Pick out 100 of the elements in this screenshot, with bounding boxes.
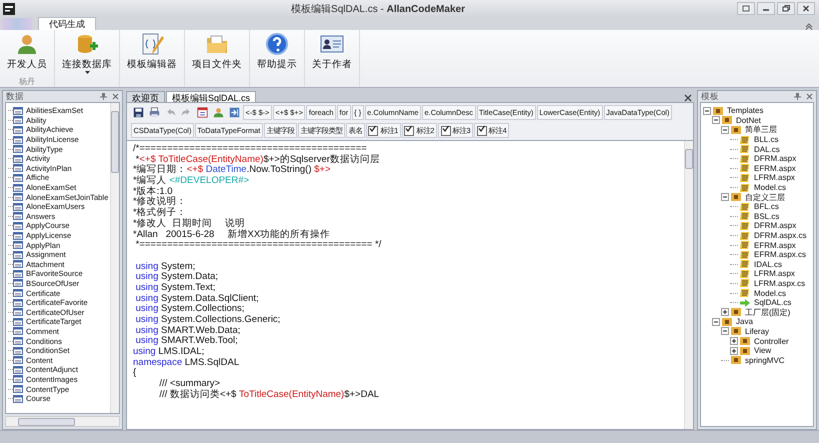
- code-line: *修改人 日期时间 说明: [133, 218, 246, 229]
- tree-item[interactable]: Controller: [753, 336, 790, 346]
- file-icon: [740, 145, 750, 154]
- file-icon: [740, 222, 750, 230]
- tree-item[interactable]: EFRM.aspx: [753, 240, 797, 250]
- code-line: using LMS.IDAL;: [133, 347, 206, 358]
- tree-item[interactable]: LFRM.aspx.cs: [753, 278, 806, 288]
- minus-icon[interactable]: [712, 116, 720, 124]
- tree-item[interactable]: 简单三层: [744, 124, 778, 136]
- code-line: namespace LMS.SqlDAL: [133, 358, 240, 368]
- tree-item[interactable]: BSL.cs: [753, 212, 780, 221]
- pin-icon[interactable]: [794, 93, 801, 100]
- file-icon: [740, 289, 750, 298]
- tree-item[interactable]: View: [753, 346, 772, 356]
- table-icon: [13, 116, 23, 124]
- table-icon: [13, 145, 23, 154]
- plus-icon[interactable]: [730, 337, 738, 346]
- minimize-button[interactable]: [757, 2, 775, 15]
- file-icon: [740, 260, 750, 268]
- plus-icon[interactable]: [721, 308, 729, 316]
- scrollbar[interactable]: [684, 141, 693, 429]
- minus-icon[interactable]: [703, 106, 711, 115]
- group-label: 杨丹: [19, 77, 35, 86]
- tree-item[interactable]: DFRM.aspx: [753, 154, 798, 164]
- minus-icon[interactable]: [712, 318, 720, 326]
- code-line: *格式例子：: [133, 208, 187, 218]
- tree-item[interactable]: Model.cs: [753, 288, 788, 298]
- minus-icon[interactable]: [721, 126, 729, 134]
- scrollbar[interactable]: [5, 416, 120, 427]
- scrollbar[interactable]: [110, 103, 119, 413]
- table-icon: [13, 164, 23, 172]
- minus-icon[interactable]: [721, 327, 729, 336]
- file-icon: [740, 241, 750, 250]
- code-line: *<+$ ToTitleCase(EntityName)$+>的Sqlserver数据访问层: [134, 154, 381, 165]
- ribbon-button[interactable]: 帮助提示: [254, 30, 300, 76]
- calendar-button[interactable]: [195, 105, 210, 120]
- app-icon[interactable]: [3, 2, 15, 14]
- table-icon: [13, 327, 23, 336]
- ribbon-button[interactable]: 关于作者: [309, 30, 355, 76]
- close-icon[interactable]: [806, 93, 813, 100]
- save-button[interactable]: [131, 105, 146, 120]
- window-title: 模板编辑SqlDAL.cs - AllanCodeMaker: [290, 2, 466, 16]
- plus-icon[interactable]: [730, 346, 738, 355]
- tree-item[interactable]: LFRM.aspx: [753, 269, 796, 278]
- restore-button[interactable]: [777, 2, 795, 15]
- ribbon-tab[interactable]: 代码生成: [38, 17, 96, 30]
- table-icon: [13, 270, 23, 278]
- tree-item[interactable]: BLL.cs: [753, 135, 780, 144]
- ribbon-button[interactable]: 项目文件夹: [189, 30, 245, 76]
- collapse-icon[interactable]: [805, 22, 813, 30]
- user-icon: [213, 107, 224, 118]
- tree-item[interactable]: 自定义三层: [744, 192, 786, 203]
- tree-item[interactable]: EFRM.aspx: [753, 164, 797, 173]
- tree-item[interactable]: IDAL.cs: [753, 260, 784, 269]
- ribbon-button[interactable]: 开发人员: [4, 30, 50, 76]
- tree-item[interactable]: LFRM.aspx: [753, 173, 796, 182]
- code-line: using System.Data.SqlClient;: [134, 294, 260, 304]
- close-icon[interactable]: [684, 94, 692, 102]
- tree-item[interactable]: Model.cs: [753, 183, 788, 192]
- table-icon: [13, 318, 23, 326]
- code-line: /// <summary>: [158, 379, 222, 390]
- print-button[interactable]: [147, 105, 162, 120]
- pin-icon[interactable]: [100, 93, 107, 100]
- tree-item[interactable]: Templates: [726, 106, 764, 116]
- insert-icon: [229, 107, 240, 118]
- editor-icon: [140, 32, 164, 56]
- tree-item[interactable]: 工厂层(固定): [744, 306, 792, 318]
- editor-tab[interactable]: 欢迎页: [126, 91, 165, 102]
- ribbon-button[interactable]: 模板编辑器: [124, 30, 180, 76]
- code-line: /// 数据访问类<+$ ToTitleCase(EntityName)$+>DAL: [158, 390, 380, 400]
- code-line: *版本:1.0: [133, 186, 173, 197]
- tree-item[interactable]: springMVC: [744, 356, 786, 365]
- file-icon: [740, 279, 750, 288]
- editor-tab[interactable]: 模板编辑SqlDAL.cs: [166, 91, 256, 102]
- table-icon: [13, 212, 23, 220]
- tree-item[interactable]: DotNet: [735, 116, 762, 125]
- code-line: *编写日期：<+$ DateTime.Now.ToString() $+>: [133, 165, 332, 176]
- minus-icon[interactable]: [721, 193, 729, 202]
- save-icon: [133, 107, 144, 118]
- tree-item[interactable]: EFRM.aspx.cs: [753, 250, 808, 260]
- ribbon-button[interactable]: 连接数据库: [59, 30, 115, 76]
- tree-item[interactable]: SqlDAL.cs: [753, 298, 792, 308]
- tree-item[interactable]: BFL.cs: [753, 202, 780, 212]
- table-icon: [13, 106, 23, 115]
- tree-item[interactable]: Liferay: [744, 326, 770, 336]
- user-button[interactable]: [211, 105, 226, 120]
- tree-item[interactable]: DFRM.aspx: [753, 221, 798, 230]
- table-icon: [13, 337, 23, 346]
- close-icon[interactable]: [112, 93, 119, 100]
- tree-item[interactable]: DAL.cs: [753, 144, 781, 154]
- table-icon: [13, 136, 23, 144]
- fullscreen-button[interactable]: [737, 2, 755, 15]
- insert-button[interactable]: [227, 105, 242, 120]
- table-icon: [13, 241, 23, 250]
- code-line: using SMART.Web.Tool;: [134, 336, 239, 347]
- tree-item[interactable]: Java: [735, 317, 754, 326]
- print-icon: [149, 107, 160, 118]
- close-button[interactable]: [797, 2, 815, 15]
- tree-item[interactable]: DFRM.aspx.cs: [753, 231, 808, 240]
- file-icon: [740, 250, 750, 259]
